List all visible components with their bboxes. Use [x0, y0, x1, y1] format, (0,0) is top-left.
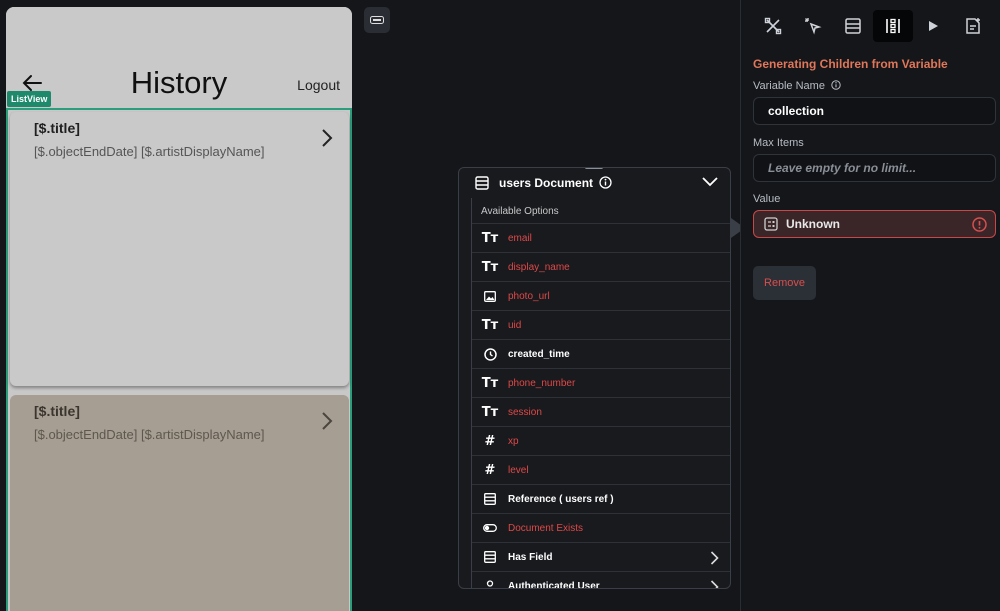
document-icon	[475, 175, 489, 190]
variable-name-label: Variable Name	[753, 80, 841, 92]
option-level[interactable]: # level	[472, 455, 730, 484]
chevron-right-icon	[322, 129, 333, 147]
tab-notes[interactable]	[953, 10, 993, 42]
chevron-down-icon[interactable]	[702, 177, 718, 187]
value-selector[interactable]: Unknown	[753, 210, 996, 238]
option-created-time[interactable]: created_time	[472, 339, 730, 368]
user-icon	[481, 578, 499, 588]
chevron-right-icon	[710, 580, 719, 588]
list-columns-icon	[886, 18, 900, 34]
card-title: [$.title]	[34, 120, 80, 136]
tab-run[interactable]	[913, 10, 953, 42]
option-label: email	[508, 232, 532, 244]
properties-panel: Generating Children from Variable Variab…	[740, 0, 1000, 611]
info-icon[interactable]	[599, 176, 612, 189]
text-type-icon: Tт	[481, 404, 499, 420]
data-selector-popup: users Document Available Options Tт emai…	[458, 167, 731, 589]
tab-properties[interactable]	[753, 10, 793, 42]
variable-name-label-text: Variable Name	[753, 80, 825, 92]
database-icon	[845, 18, 861, 34]
popup-header[interactable]: users Document	[459, 168, 730, 197]
option-email[interactable]: Tт email	[472, 223, 730, 252]
option-label: uid	[508, 319, 522, 331]
listview-badge[interactable]: ListView	[7, 91, 52, 107]
options-list: Available Options Tт email Tт display_na…	[471, 198, 730, 589]
option-label: Has Field	[508, 551, 553, 563]
document-icon	[481, 549, 499, 565]
option-document-exists[interactable]: Document Exists	[472, 513, 730, 542]
card-title: [$.title]	[34, 403, 80, 419]
option-phone-number[interactable]: Tт phone_number	[472, 368, 730, 397]
option-display-name[interactable]: Tт display_name	[472, 252, 730, 281]
value-text: Unknown	[786, 217, 840, 231]
tab-generate-children[interactable]	[873, 10, 913, 42]
hash-icon: #	[484, 433, 496, 449]
option-label: Reference ( users ref )	[508, 493, 614, 505]
panel-toolbar	[753, 10, 993, 42]
hash-icon: #	[484, 462, 496, 478]
text-type-icon: Tт	[481, 230, 499, 246]
app-bar: History Logout	[6, 7, 352, 108]
card-subtitle: [$.objectEndDate] [$.artistDisplayName]	[34, 144, 265, 159]
clock-icon	[481, 346, 499, 362]
option-label: phone_number	[508, 377, 576, 389]
option-reference[interactable]: Reference ( users ref )	[472, 484, 730, 513]
option-authenticated-user[interactable]: Authenticated User	[472, 571, 730, 589]
option-label: photo_url	[508, 290, 550, 302]
text-type-icon: Tт	[481, 259, 499, 275]
info-icon[interactable]	[831, 80, 841, 90]
variable-icon	[764, 217, 778, 231]
tab-backend-query[interactable]	[833, 10, 873, 42]
cursor-click-icon	[805, 18, 822, 35]
popup-title: users Document	[499, 175, 594, 190]
listview[interactable]: [$.title] [$.objectEndDate] [$.artistDis…	[6, 108, 352, 611]
option-has-field[interactable]: Has Field	[472, 542, 730, 571]
text-type-icon: Tт	[481, 317, 499, 333]
option-label: created_time	[508, 348, 570, 360]
chevron-right-icon	[322, 412, 333, 430]
toggle-icon	[481, 520, 499, 536]
tab-actions[interactable]	[793, 10, 833, 42]
option-xp[interactable]: # xp	[472, 426, 730, 455]
link-icon	[370, 16, 384, 24]
options-section-label: Available Options	[481, 206, 559, 217]
option-uid[interactable]: Tт uid	[472, 310, 730, 339]
value-label: Value	[753, 193, 781, 205]
option-label: Document Exists	[508, 522, 584, 534]
option-label: xp	[508, 435, 519, 447]
logout-button[interactable]: Logout	[297, 77, 340, 93]
list-item[interactable]: [$.title] [$.objectEndDate] [$.artistDis…	[10, 395, 349, 611]
option-label: Authenticated User	[508, 580, 600, 589]
note-add-icon	[966, 18, 980, 34]
remove-button[interactable]: Remove	[753, 266, 816, 300]
option-label: display_name	[508, 261, 570, 273]
list-item[interactable]: [$.title] [$.objectEndDate] [$.artistDis…	[10, 112, 349, 386]
section-title: Generating Children from Variable	[753, 57, 948, 71]
error-alert-icon	[972, 217, 987, 232]
text-type-icon: Tт	[481, 375, 499, 391]
play-icon	[929, 21, 938, 31]
max-items-input[interactable]: Leave empty for no limit...	[753, 154, 996, 182]
max-items-label: Max Items	[753, 137, 804, 149]
document-icon	[481, 491, 499, 507]
option-session[interactable]: Tт session	[472, 397, 730, 426]
tools-icon	[764, 17, 782, 35]
option-label: level	[508, 464, 529, 476]
image-icon	[481, 288, 499, 304]
chevron-right-icon	[710, 551, 719, 565]
card-subtitle: [$.objectEndDate] [$.artistDisplayName]	[34, 427, 265, 442]
canvas-toggle-button[interactable]	[364, 7, 390, 33]
option-photo-url[interactable]: photo_url	[472, 281, 730, 310]
option-label: session	[508, 406, 542, 418]
variable-name-input[interactable]: collection	[753, 97, 996, 125]
